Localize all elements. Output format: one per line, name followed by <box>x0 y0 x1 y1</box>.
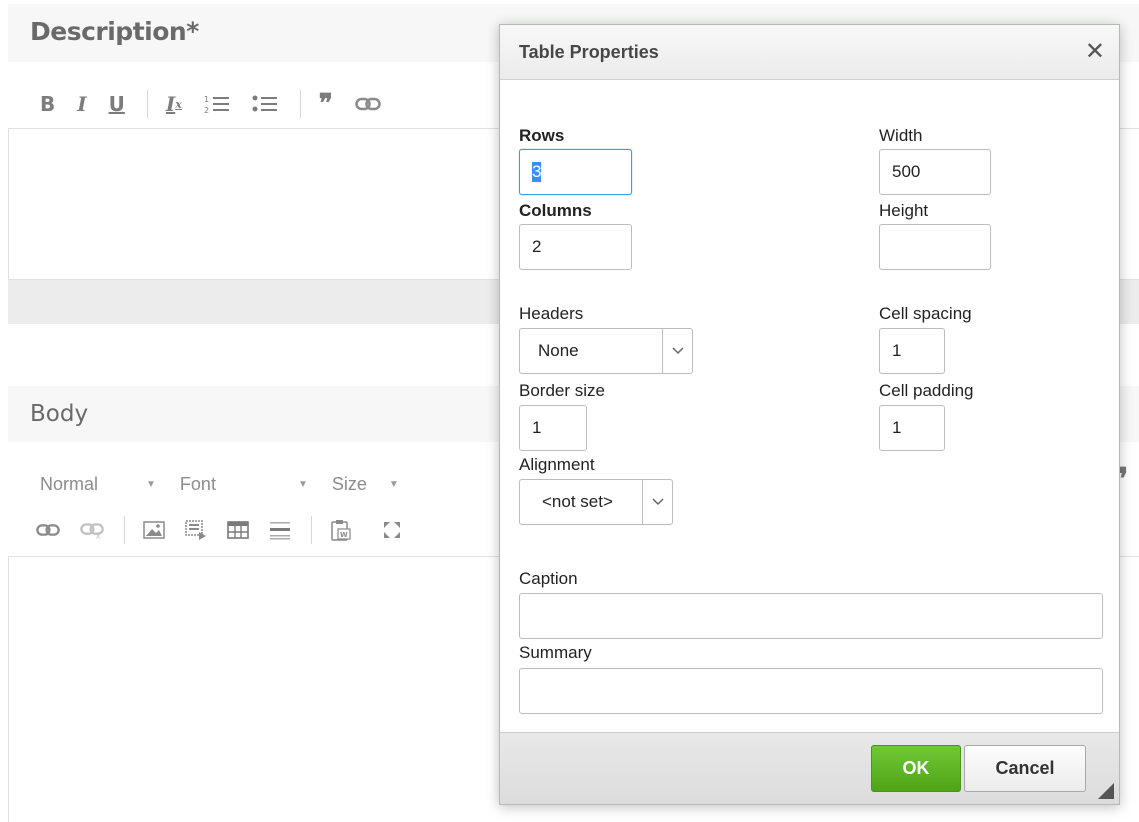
cell-padding-label: Cell padding <box>879 381 974 400</box>
height-input[interactable] <box>879 224 991 270</box>
numbered-list-icon[interactable]: 12 <box>204 93 230 115</box>
svg-text:1: 1 <box>204 95 209 104</box>
alignment-select-value: <not set> <box>542 492 613 511</box>
paste-from-word-icon[interactable]: W <box>330 519 352 541</box>
format-combo[interactable]: Normal ▼ <box>40 474 156 495</box>
toolbar-separator <box>146 90 148 118</box>
bulleted-list-icon[interactable] <box>252 93 278 115</box>
toolbar-separator <box>124 516 125 544</box>
summary-input[interactable] <box>519 668 1103 714</box>
rows-input-value: 3 <box>532 162 542 182</box>
maximize-icon[interactable] <box>382 520 402 540</box>
link-icon[interactable] <box>355 96 381 112</box>
columns-label: Columns <box>519 201 592 220</box>
chevron-down-icon: ▼ <box>388 478 399 490</box>
columns-input[interactable] <box>519 224 632 270</box>
font-combo-label: Font <box>179 473 216 494</box>
size-combo[interactable]: Size ▼ <box>332 474 399 495</box>
ok-button[interactable]: OK <box>871 745 961 792</box>
format-combo-label: Normal <box>40 473 99 494</box>
svg-text:2: 2 <box>204 106 209 115</box>
toolbar-separator <box>311 516 312 544</box>
border-size-label: Border size <box>519 381 605 400</box>
chevron-down-icon <box>642 480 672 524</box>
table-icon[interactable] <box>227 520 249 540</box>
cancel-button[interactable]: Cancel <box>964 745 1086 792</box>
caption-label: Caption <box>519 569 578 588</box>
chevron-down-icon <box>662 329 692 373</box>
border-size-input[interactable] <box>519 405 587 451</box>
height-label: Height <box>879 201 929 220</box>
dialog-header[interactable]: Table Properties ✕ <box>500 25 1119 80</box>
width-input[interactable] <box>879 149 991 195</box>
headers-select[interactable]: None <box>519 328 693 374</box>
horizontal-rule-icon[interactable] <box>269 520 291 540</box>
chevron-down-icon: ▼ <box>146 478 156 490</box>
close-icon[interactable]: ✕ <box>1085 37 1105 65</box>
dialog-footer: OK Cancel <box>500 732 1119 804</box>
cell-spacing-label: Cell spacing <box>879 304 972 323</box>
cell-padding-input[interactable] <box>879 405 945 451</box>
description-toolbar: B I U Ix 12 ❞ <box>40 84 403 124</box>
cell-spacing-input[interactable] <box>879 328 945 374</box>
link-icon[interactable] <box>36 522 60 538</box>
toolbar-separator <box>299 90 301 118</box>
bold-button[interactable]: B <box>40 92 55 116</box>
body-toolbar-combos: Normal ▼ Font ▼ Size ▼ <box>40 466 423 502</box>
image-icon[interactable] <box>143 520 165 540</box>
rows-input[interactable]: 3 <box>519 149 632 195</box>
svg-text:x: x <box>96 530 101 539</box>
table-properties-dialog: Table Properties ✕ Rows 3 Columns Width … <box>499 24 1120 805</box>
iframe-icon[interactable] <box>185 520 207 540</box>
summary-label: Summary <box>519 643 592 662</box>
font-combo[interactable]: Font ▼ <box>180 474 308 495</box>
dialog-title: Table Properties <box>519 42 659 62</box>
headers-label: Headers <box>519 304 584 323</box>
remove-format-icon[interactable]: Ix <box>166 92 182 116</box>
chevron-down-icon: ▼ <box>297 478 308 490</box>
headers-select-value: None <box>538 341 579 360</box>
blockquote-icon[interactable]: ❞ <box>319 89 333 119</box>
alignment-select[interactable]: <not set> <box>519 479 673 525</box>
rows-label: Rows <box>519 126 565 145</box>
caption-input[interactable] <box>519 593 1103 639</box>
underline-button[interactable]: U <box>109 92 125 116</box>
svg-text:W: W <box>340 531 348 539</box>
resize-handle-icon[interactable] <box>1098 783 1114 799</box>
width-label: Width <box>879 126 923 145</box>
unlink-icon[interactable]: x <box>80 521 104 539</box>
size-combo-label: Size <box>331 473 367 494</box>
italic-button[interactable]: I <box>77 92 86 116</box>
alignment-label: Alignment <box>519 455 595 474</box>
body-toolbar-insert: x W <box>36 510 422 550</box>
